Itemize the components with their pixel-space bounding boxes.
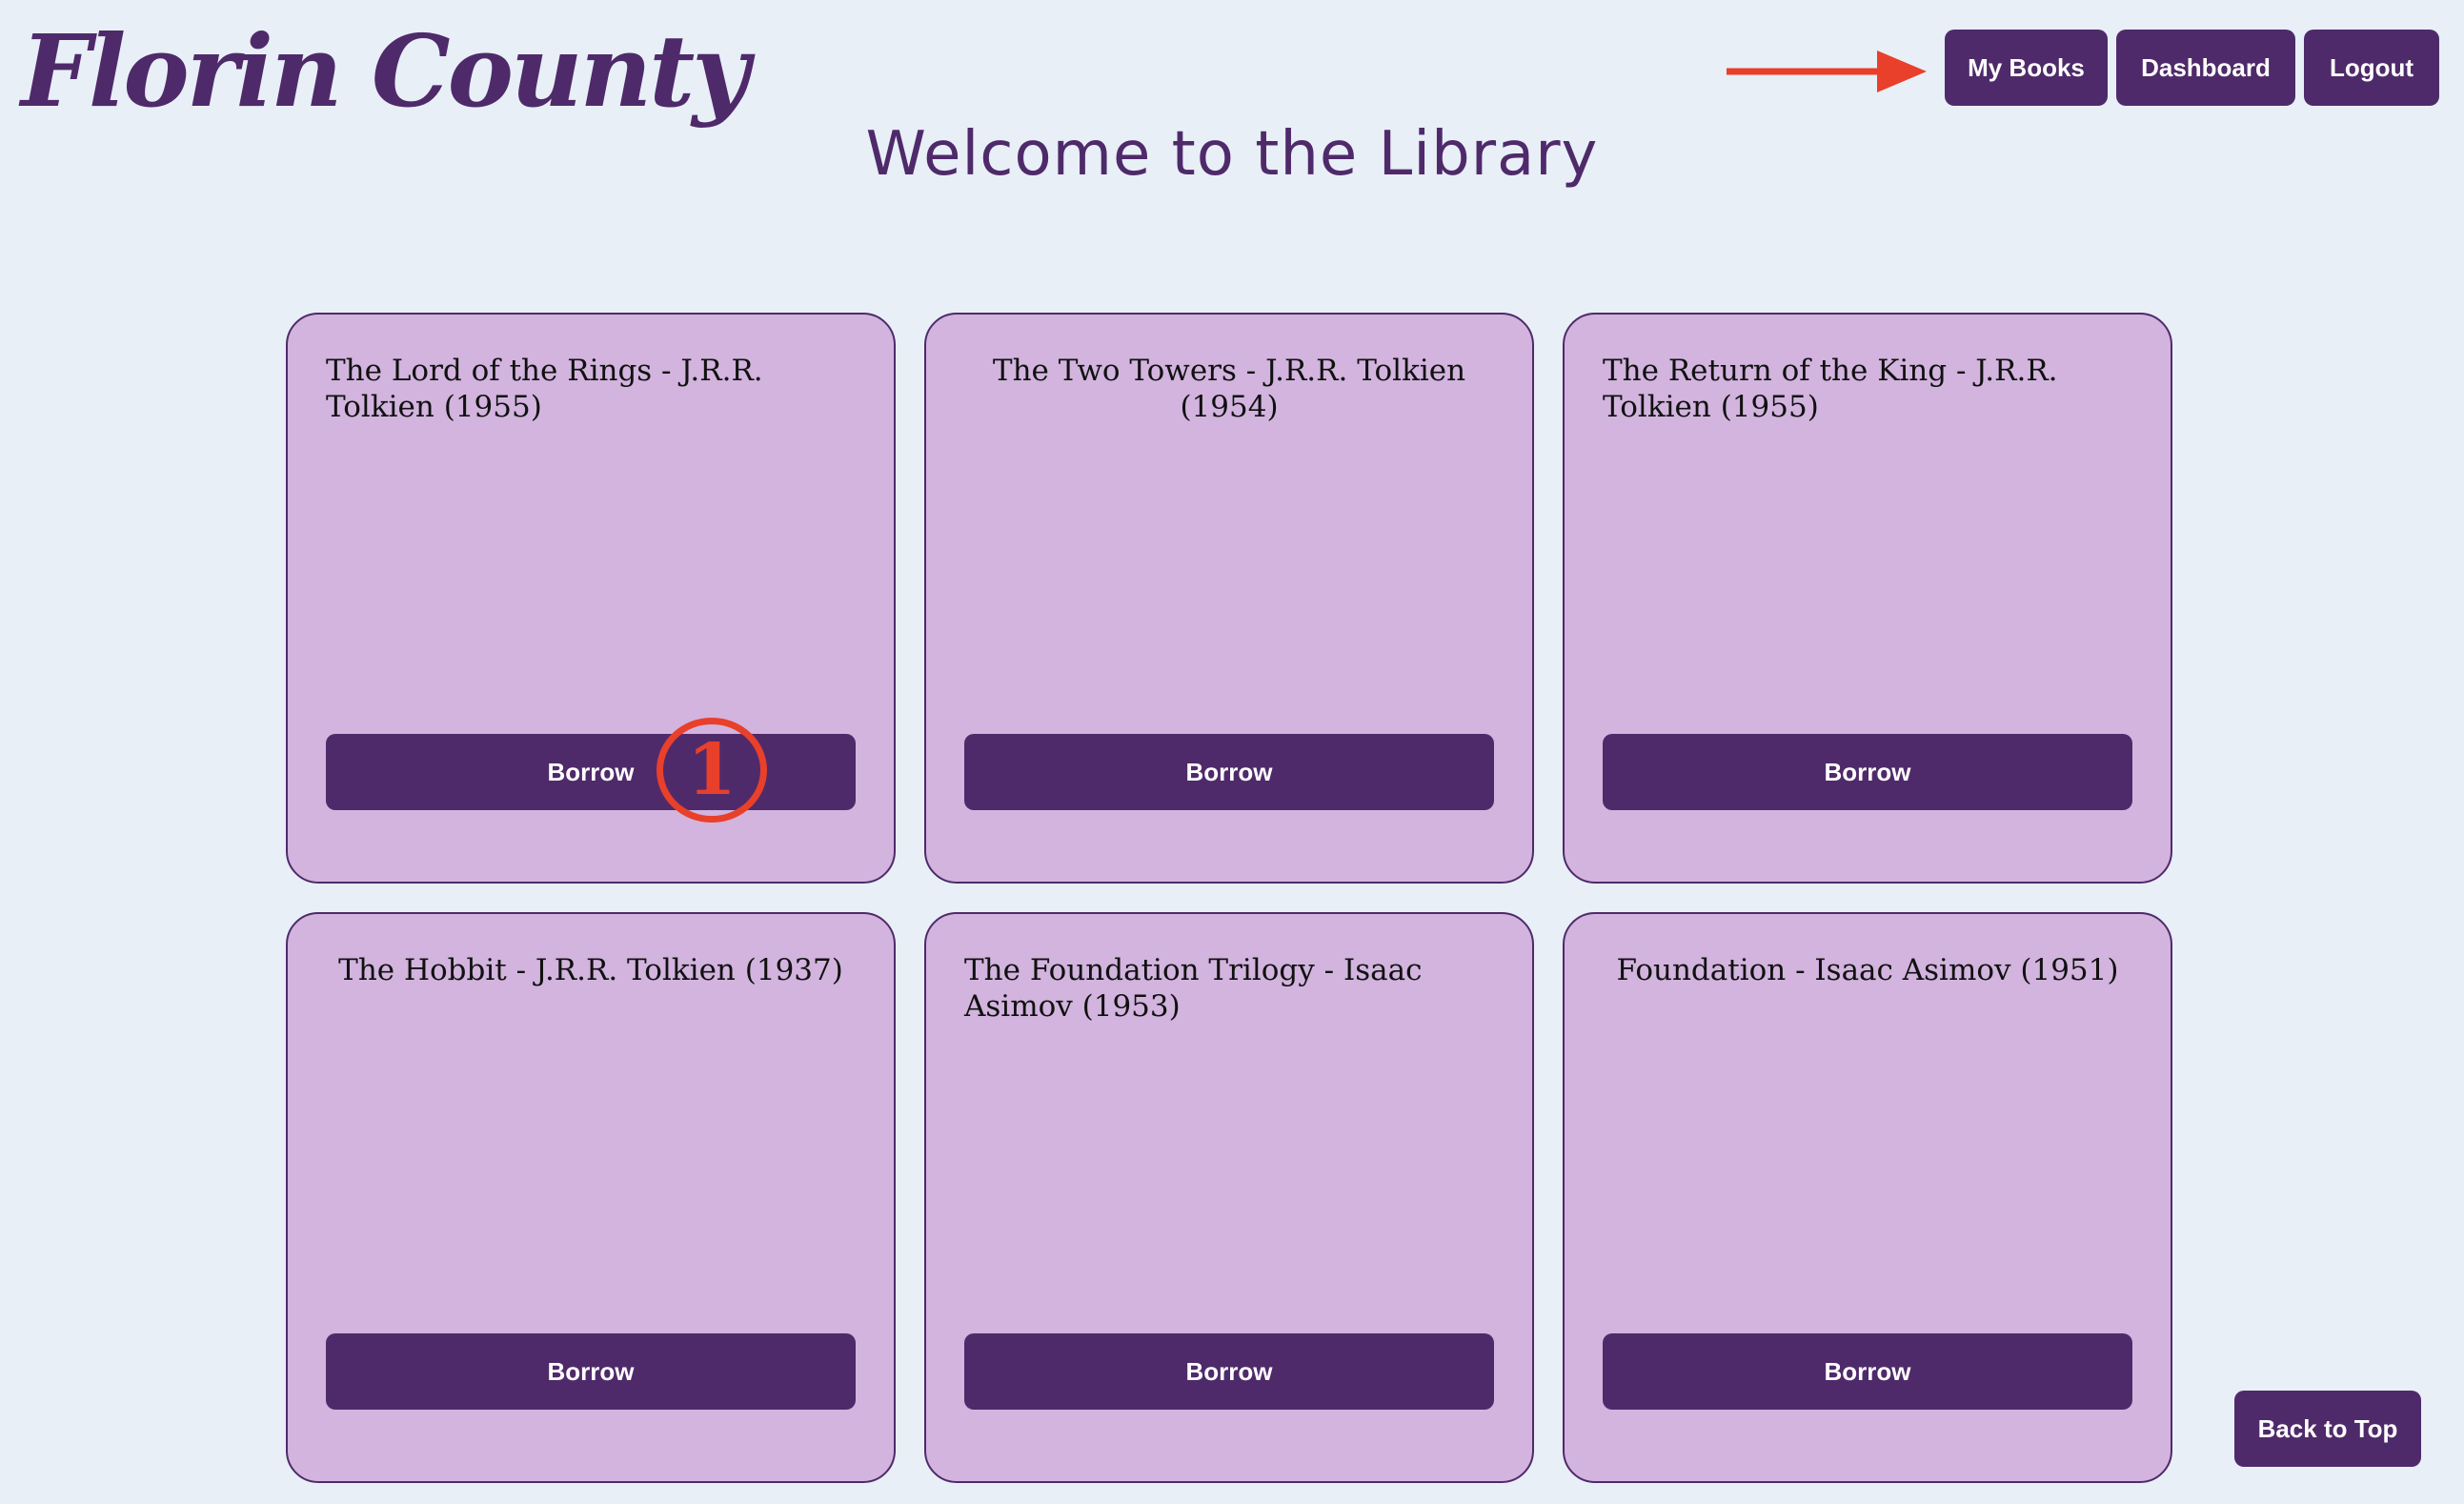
annotation-arrow-icon (1727, 51, 1927, 92)
book-title: The Two Towers - J.R.R. Tolkien (1954) (992, 354, 1466, 424)
book-title: The Foundation Trilogy - Isaac Asimov (1… (964, 953, 1423, 1024)
borrow-button[interactable]: Borrow (1603, 1333, 2132, 1410)
book-card: The Two Towers - J.R.R. Tolkien (1954) B… (924, 313, 1534, 884)
borrow-button[interactable]: Borrow (326, 1333, 856, 1410)
main-nav: My Books Dashboard Logout (1945, 30, 2439, 106)
book-card: Foundation - Isaac Asimov (1951) Borrow (1563, 912, 2172, 1483)
book-card: The Hobbit - J.R.R. Tolkien (1937) Borro… (286, 912, 896, 1483)
site-logo: Florin County (21, 12, 750, 130)
back-to-top-button[interactable]: Back to Top (2234, 1391, 2421, 1467)
logout-button[interactable]: Logout (2304, 30, 2439, 106)
book-grid: The Lord of the Rings - J.R.R. Tolkien (… (286, 313, 2172, 1483)
dashboard-button[interactable]: Dashboard (2116, 30, 2295, 106)
book-title: Foundation - Isaac Asimov (1951) (1616, 953, 2119, 987)
borrow-button[interactable]: Borrow (964, 734, 1494, 810)
book-card: The Return of the King - J.R.R. Tolkien … (1563, 313, 2172, 884)
page-title: Welcome to the Library (865, 119, 1599, 190)
book-title: The Hobbit - J.R.R. Tolkien (1937) (338, 953, 843, 987)
borrow-button[interactable]: Borrow (964, 1333, 1494, 1410)
step-marker-annotation: 1 (656, 718, 767, 823)
book-title: The Return of the King - J.R.R. Tolkien … (1603, 354, 2058, 424)
borrow-button[interactable]: Borrow (326, 734, 856, 810)
book-card: The Lord of the Rings - J.R.R. Tolkien (… (286, 313, 896, 884)
book-card: The Foundation Trilogy - Isaac Asimov (1… (924, 912, 1534, 1483)
my-books-button[interactable]: My Books (1945, 30, 2108, 106)
book-title: The Lord of the Rings - J.R.R. Tolkien (… (326, 354, 763, 424)
borrow-button[interactable]: Borrow (1603, 734, 2132, 810)
